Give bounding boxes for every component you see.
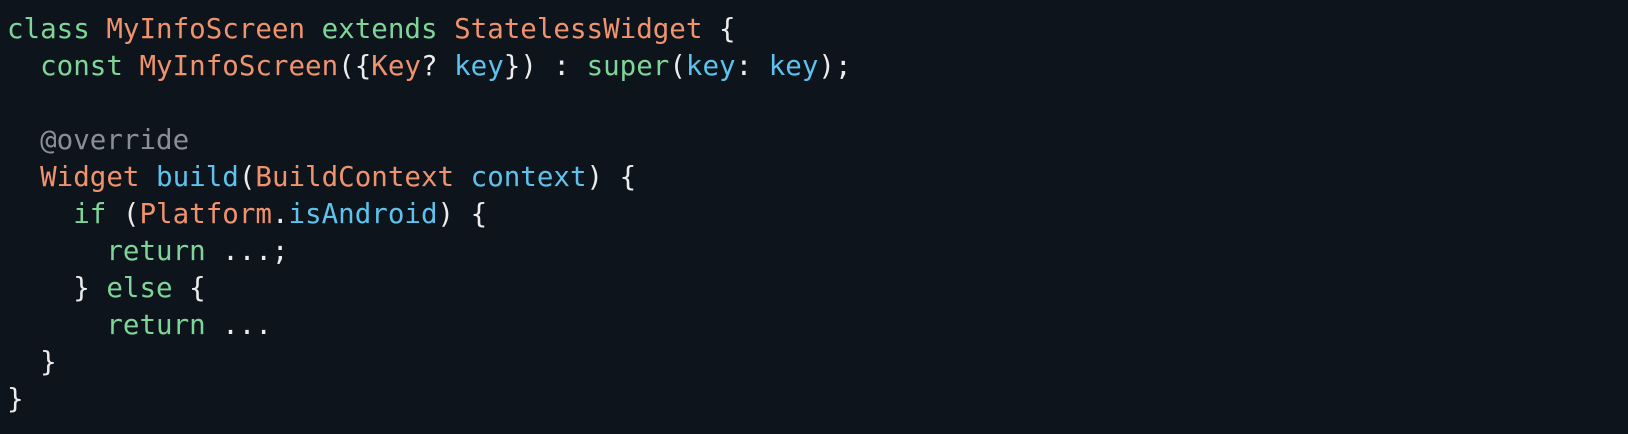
code-token-function: build xyxy=(156,161,239,193)
code-token-annotation: @override xyxy=(40,124,190,156)
code-token-keyword: else xyxy=(106,272,173,304)
code-token-plain: ) { xyxy=(437,198,488,230)
code-token-type: StatelessWidget xyxy=(454,13,703,45)
code-token-plain: } xyxy=(7,383,24,415)
code-token-function: isAndroid xyxy=(288,198,438,230)
code-token-plain: }) : xyxy=(503,50,587,82)
code-token-keyword: return xyxy=(106,309,206,341)
code-editor[interactable]: class MyInfoScreen extends StatelessWidg… xyxy=(0,0,1628,434)
code-token-plain: ({ xyxy=(338,50,372,82)
code-token-plain: ( xyxy=(669,50,686,82)
code-token-type: Platform xyxy=(139,198,272,230)
code-token-keyword: class xyxy=(7,13,90,45)
code-token-type: MyInfoScreen xyxy=(106,13,306,45)
code-token-plain: ...; xyxy=(205,235,289,267)
code-token-type: Key xyxy=(371,50,421,82)
code-token-plain: { xyxy=(172,272,206,304)
code-line: class MyInfoScreen extends StatelessWidg… xyxy=(7,11,1628,48)
code-token-plain: } xyxy=(7,346,57,378)
code-line: } else { xyxy=(7,270,1628,307)
code-token-plain: } xyxy=(7,272,107,304)
code-token-keyword: super xyxy=(586,50,670,82)
code-line: } xyxy=(7,381,1628,418)
code-token-plain: ( xyxy=(238,161,256,193)
code-token-keyword: const xyxy=(40,50,123,82)
code-token-keyword: return xyxy=(106,235,206,267)
code-line: } xyxy=(7,344,1628,381)
code-line: Widget build(BuildContext context) { xyxy=(7,159,1628,196)
code-token-plain: ( xyxy=(106,198,140,230)
code-line: @override xyxy=(7,122,1628,159)
code-token-plain: : xyxy=(735,50,769,82)
code-line: return ... xyxy=(7,307,1628,344)
code-token-plain: ? xyxy=(420,50,455,82)
code-line: const MyInfoScreen({Key? key}) : super(k… xyxy=(7,48,1628,85)
code-token-keyword: extends xyxy=(321,13,438,45)
code-line: return ...; xyxy=(7,233,1628,270)
code-token-plain: { xyxy=(702,13,736,45)
code-token-plain: . xyxy=(271,198,289,230)
code-token-plain: ... xyxy=(205,309,272,341)
code-line: if (Platform.isAndroid) { xyxy=(7,196,1628,233)
code-token-keyword: if xyxy=(73,198,107,230)
code-token-param: key xyxy=(685,50,736,82)
code-token-type: MyInfoScreen xyxy=(139,50,339,82)
code-token-param: context xyxy=(470,161,587,193)
code-token-plain: ) { xyxy=(586,161,637,193)
code-token-type: Widget xyxy=(40,161,140,193)
code-token-type: BuildContext xyxy=(255,161,455,193)
code-token-plain: ); xyxy=(818,50,852,82)
code-token-param: key xyxy=(768,50,819,82)
code-token-param: key xyxy=(454,50,504,82)
